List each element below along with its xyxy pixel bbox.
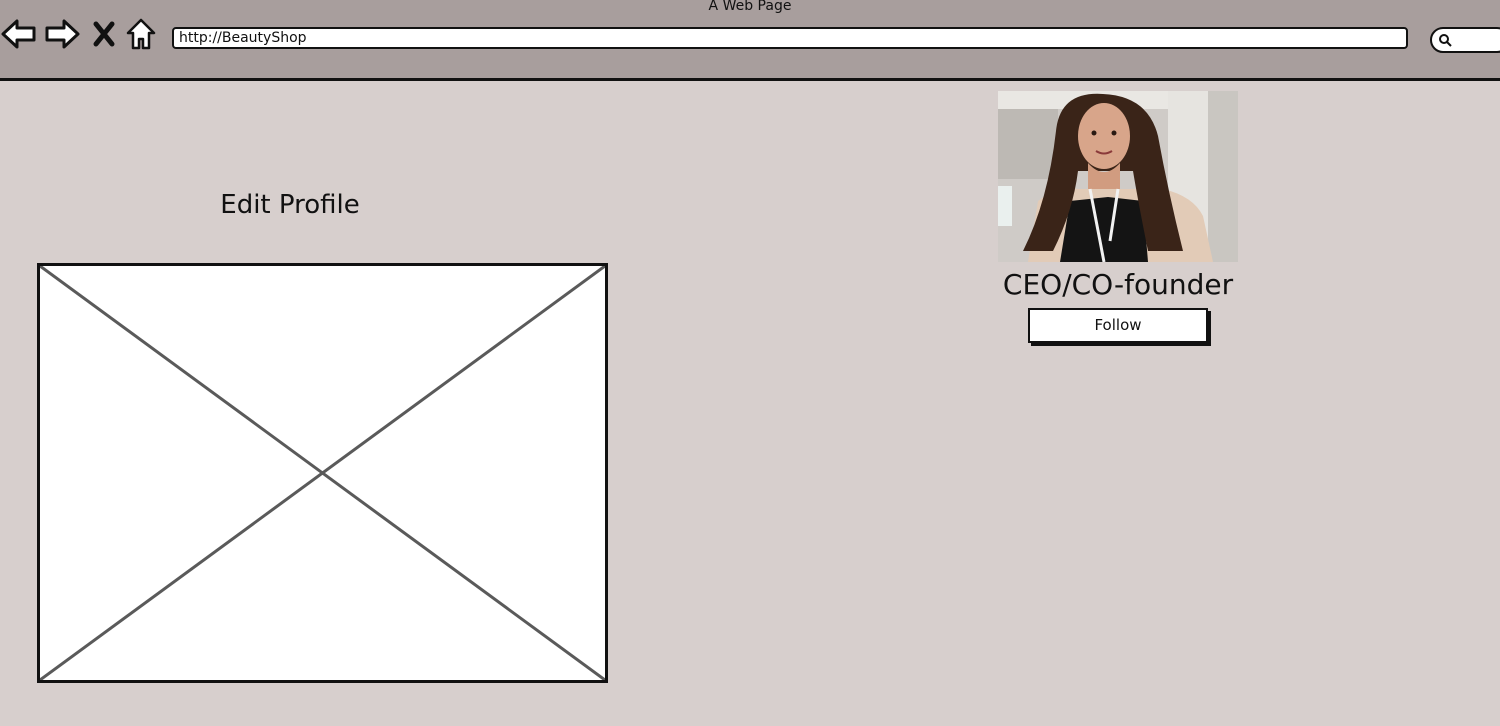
search-field[interactable]: [1430, 27, 1500, 53]
search-icon: [1439, 34, 1452, 47]
arrow-left-icon: [1, 19, 36, 49]
home-button[interactable]: [124, 16, 158, 52]
follow-button[interactable]: Follow: [1028, 308, 1208, 343]
back-button[interactable]: [0, 16, 38, 52]
home-icon: [126, 18, 156, 50]
profile-photo: [998, 91, 1238, 262]
stop-button[interactable]: [88, 16, 120, 52]
window-title: A Web Page: [708, 0, 792, 14]
page-title: Edit Profile: [220, 190, 360, 220]
address-bar[interactable]: http://BeautyShop: [172, 27, 1408, 49]
image-placeholder-icon: [40, 266, 605, 680]
image-placeholder: [37, 263, 608, 683]
profile-role: CEO/CO-founder: [1002, 268, 1234, 301]
browser-toolbar: A Web Page http://BeautyShop: [0, 0, 1500, 81]
avatar: [998, 91, 1238, 262]
forward-button[interactable]: [43, 16, 81, 52]
close-icon: [93, 21, 115, 47]
arrow-right-icon: [45, 19, 80, 49]
